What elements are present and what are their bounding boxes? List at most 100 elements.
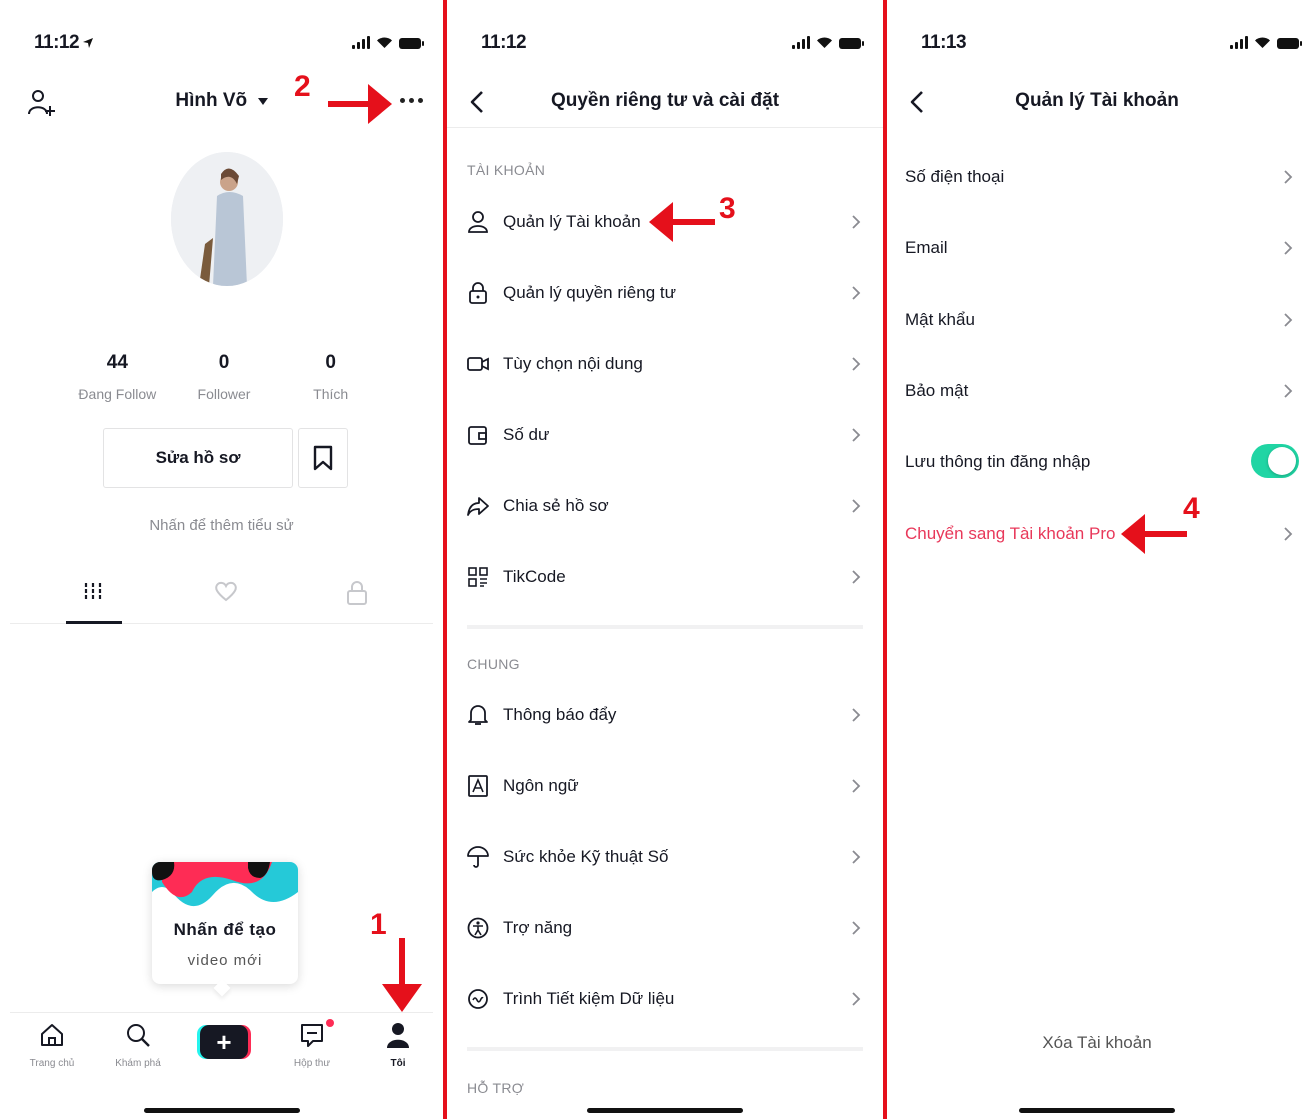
battery-icon <box>1277 38 1302 49</box>
chevron-right-icon <box>852 286 861 300</box>
wifi-icon <box>1255 37 1270 48</box>
tab-videos[interactable] <box>82 580 104 607</box>
tab-home[interactable]: Trang chủ <box>12 1021 92 1069</box>
section-header-support: HỖ TRỢ <box>467 1080 525 1096</box>
caret-down-icon <box>257 98 268 106</box>
bookmark-button[interactable] <box>298 428 348 488</box>
chevron-right-icon <box>852 215 861 229</box>
status-bar: 11:12 <box>0 30 443 56</box>
account-row-email[interactable]: Email <box>887 214 1307 284</box>
section-separator <box>467 625 863 629</box>
signal-icon <box>792 36 810 49</box>
settings-row-privacy[interactable]: Quản lý quyền riêng tư <box>447 259 883 329</box>
arrow-right-annotation <box>328 84 392 124</box>
inbox-icon <box>301 1024 323 1047</box>
lock-icon <box>347 581 367 605</box>
section-separator <box>467 1047 863 1051</box>
avatar[interactable] <box>171 152 283 286</box>
share-icon <box>467 497 489 516</box>
stat-followers[interactable]: 0 Follower <box>171 352 278 402</box>
account-management-screen: 11:13 Quản lý Tài khoản Số điện thoại Em… <box>887 0 1307 1119</box>
grid-icon <box>84 583 102 599</box>
save-login-toggle[interactable] <box>1251 444 1299 478</box>
profile-icon <box>387 1023 409 1048</box>
chevron-right-icon <box>1284 241 1293 255</box>
edit-profile-button[interactable]: Sửa hồ sơ <box>103 428 293 488</box>
tab-inbox[interactable]: Hộp thư <box>272 1019 352 1069</box>
settings-row-share-profile[interactable]: Chia sẻ hồ sơ <box>447 472 883 542</box>
chevron-right-icon <box>852 499 861 513</box>
stat-following[interactable]: 44 Đang Follow <box>64 352 171 402</box>
tooltip-line-1: Nhấn để tạo <box>173 920 277 939</box>
profile-tabs <box>10 574 433 624</box>
nav-bar: Quản lý Tài khoản <box>887 76 1307 128</box>
tooltip-artwork <box>152 862 298 918</box>
plus-icon: + <box>200 1025 248 1059</box>
tooltip-line-2: video mới <box>187 952 263 969</box>
wifi-icon <box>377 37 392 48</box>
notification-dot <box>326 1019 334 1027</box>
chevron-right-icon <box>1284 384 1293 398</box>
chevron-right-icon <box>852 428 861 442</box>
umbrella-icon <box>467 846 489 868</box>
tab-me[interactable]: Tôi <box>358 1021 438 1069</box>
language-icon <box>468 775 488 797</box>
arrow-left-annotation <box>1121 514 1187 554</box>
bell-icon <box>468 705 488 725</box>
profile-screen: 11:12 Hình Võ 2 44 Đang Follow 0 Followe… <box>0 0 443 1119</box>
username: Hình Võ <box>175 90 248 111</box>
chevron-right-icon <box>1284 313 1293 327</box>
wifi-icon <box>817 37 832 48</box>
tab-private[interactable] <box>346 580 368 611</box>
more-options-icon[interactable] <box>400 98 423 103</box>
status-time: 11:12 <box>481 32 527 53</box>
bio-hint[interactable]: Nhấn để thêm tiểu sử <box>0 517 443 534</box>
home-indicator <box>1019 1108 1175 1113</box>
chevron-right-icon <box>1284 170 1293 184</box>
account-row-password[interactable]: Mật khẩu <box>887 286 1307 356</box>
settings-row-push-notifications[interactable]: Thông báo đẩy <box>447 681 883 751</box>
settings-row-language[interactable]: Ngôn ngữ <box>447 752 883 822</box>
bottom-tab-bar: Trang chủ Khám phá + Hộp thư Tôi <box>10 1012 433 1082</box>
settings-row-content-preferences[interactable]: Tùy chọn nội dung <box>447 330 883 400</box>
status-time: 11:13 <box>921 32 967 53</box>
wallet-icon <box>468 426 487 445</box>
home-indicator <box>143 1108 300 1113</box>
settings-row-balance[interactable]: Số dư <box>447 401 883 471</box>
stat-likes[interactable]: 0 Thích <box>277 352 384 402</box>
tab-create[interactable]: + <box>184 1021 264 1059</box>
chevron-right-icon <box>852 850 861 864</box>
arrow-left-annotation <box>649 202 715 242</box>
lock-icon <box>469 282 487 304</box>
step-3-label: 3 <box>719 192 736 225</box>
account-row-switch-pro[interactable]: Chuyển sang Tài khoản Pro <box>887 500 1307 570</box>
step-2-label: 2 <box>294 70 311 103</box>
signal-icon <box>1230 36 1248 49</box>
settings-row-digital-wellbeing[interactable]: Sức khỏe Kỹ thuật Số <box>447 823 883 893</box>
settings-row-accessibility[interactable]: Trợ năng <box>447 894 883 964</box>
create-video-tooltip[interactable]: Nhấn để tạo video mới <box>152 862 298 984</box>
video-icon <box>467 357 489 371</box>
settings-row-tikcode[interactable]: TikCode <box>447 543 883 613</box>
account-row-phone[interactable]: Số điện thoại <box>887 143 1307 213</box>
settings-row-data-saver[interactable]: Trình Tiết kiệm Dữ liệu <box>447 965 883 1035</box>
home-icon <box>41 1024 63 1046</box>
arrow-down-annotation <box>382 938 422 1012</box>
chevron-right-icon <box>852 708 861 722</box>
tab-liked[interactable] <box>214 580 238 607</box>
settings-screen: 11:12 Quyền riêng tư và cài đặt TÀI KHOẢ… <box>447 0 883 1119</box>
active-tab-indicator <box>66 621 122 624</box>
accessibility-icon <box>467 917 489 939</box>
user-icon <box>468 211 488 233</box>
chevron-right-icon <box>852 357 861 371</box>
delete-account-button[interactable]: Xóa Tài khoản <box>887 1033 1307 1053</box>
chevron-right-icon <box>852 570 861 584</box>
account-row-security[interactable]: Bảo mật <box>887 357 1307 427</box>
chevron-right-icon <box>1284 527 1293 541</box>
location-icon <box>82 36 94 54</box>
data-saver-icon <box>468 989 488 1009</box>
toggle-knob <box>1268 447 1296 475</box>
chevron-right-icon <box>852 921 861 935</box>
tab-discover[interactable]: Khám phá <box>98 1021 178 1069</box>
section-header-account: TÀI KHOẢN <box>467 162 546 178</box>
